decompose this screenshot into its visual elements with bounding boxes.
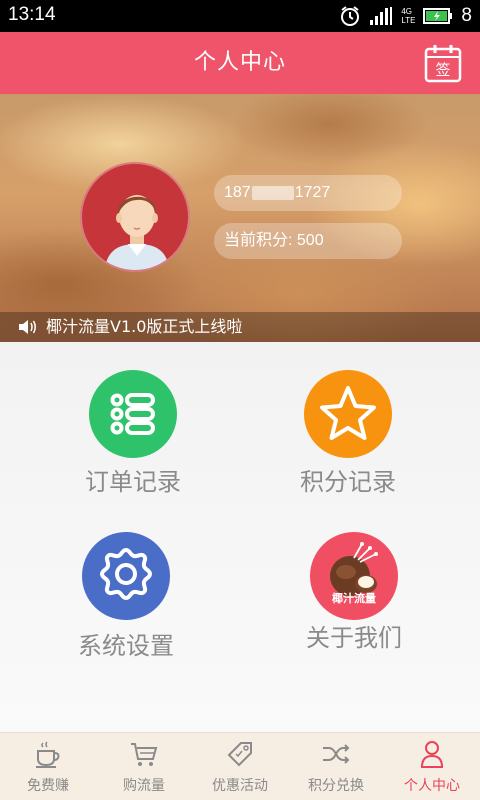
shuffle-icon (323, 744, 350, 764)
phone-prefix: 187 (224, 184, 251, 201)
gear-icon (82, 532, 170, 620)
bottom-tab-bar: 免费赚 购流量 优惠活动 积分兑换 个人中心 (0, 732, 480, 800)
tab-points-exchange[interactable]: 积分兑换 (288, 733, 384, 800)
about-us-item[interactable]: 椰汁流量 关于我们 (234, 522, 474, 672)
sign-in-button[interactable]: 签 (424, 43, 462, 83)
points-display: 当前积分: 500 (214, 223, 402, 259)
signal-icon (370, 7, 393, 25)
system-settings-label: 系统设置 (78, 632, 174, 660)
cart-icon (131, 743, 158, 766)
about-us-label: 关于我们 (306, 624, 402, 652)
coconut-logo-icon: 椰汁流量 (310, 532, 398, 620)
network-type: 4G LTE (401, 7, 416, 25)
sign-label: 签 (435, 61, 451, 79)
status-time: 13:14 (8, 4, 56, 25)
tab-label: 积分兑换 (308, 778, 364, 794)
list-icon (89, 370, 177, 458)
avatar[interactable] (80, 162, 190, 272)
points-records-label: 积分记录 (300, 468, 396, 496)
tab-promotions[interactable]: 优惠活动 (192, 733, 288, 800)
phone-suffix: 1727 (294, 184, 331, 201)
page-title: 个人中心 (193, 50, 286, 75)
order-records-item[interactable]: 订单记录 (13, 342, 253, 512)
alarm-icon (341, 6, 360, 26)
points-records-item[interactable]: 积分记录 (228, 342, 468, 512)
menu-grid: 订单记录 积分记录 系统设置 椰汁流量 关于我们 (0, 342, 480, 732)
announcement-bar[interactable]: 椰汁流量V1.0版正式上线啦 (0, 312, 480, 342)
phone-mask (251, 185, 294, 200)
tab-label: 优惠活动 (212, 778, 268, 794)
battery-level: 8 (461, 5, 472, 26)
tab-label: 购流量 (123, 778, 165, 794)
user-avatar-icon (104, 195, 170, 270)
battery-icon (423, 8, 453, 24)
tab-free-earn[interactable]: 免费赚 (0, 733, 96, 800)
status-bar: 13:14 4G LTE 8 (0, 0, 480, 32)
star-icon (304, 370, 392, 458)
status-icons: 4G LTE 8 (339, 4, 472, 28)
tab-buy-data[interactable]: 购流量 (96, 733, 192, 800)
system-settings-item[interactable]: 系统设置 (6, 522, 246, 672)
speaker-icon (19, 320, 36, 334)
order-records-label: 订单记录 (85, 468, 181, 496)
tab-label: 免费赚 (27, 778, 69, 794)
person-icon (420, 741, 444, 768)
tag-icon (227, 742, 252, 767)
tab-personal-center[interactable]: 个人中心 (384, 733, 480, 800)
profile-banner: 187 1727 当前积分: 500 椰汁流量V1.0版正式上线啦 (0, 94, 480, 342)
tab-label: 个人中心 (404, 778, 460, 794)
about-logo-text: 椰汁流量 (332, 592, 376, 605)
announcement-text: 椰汁流量V1.0版正式上线啦 (46, 317, 243, 336)
phone-number: 187 1727 (214, 175, 402, 211)
app-header: 个人中心 签 (0, 32, 480, 94)
coffee-cup-icon (36, 741, 60, 768)
